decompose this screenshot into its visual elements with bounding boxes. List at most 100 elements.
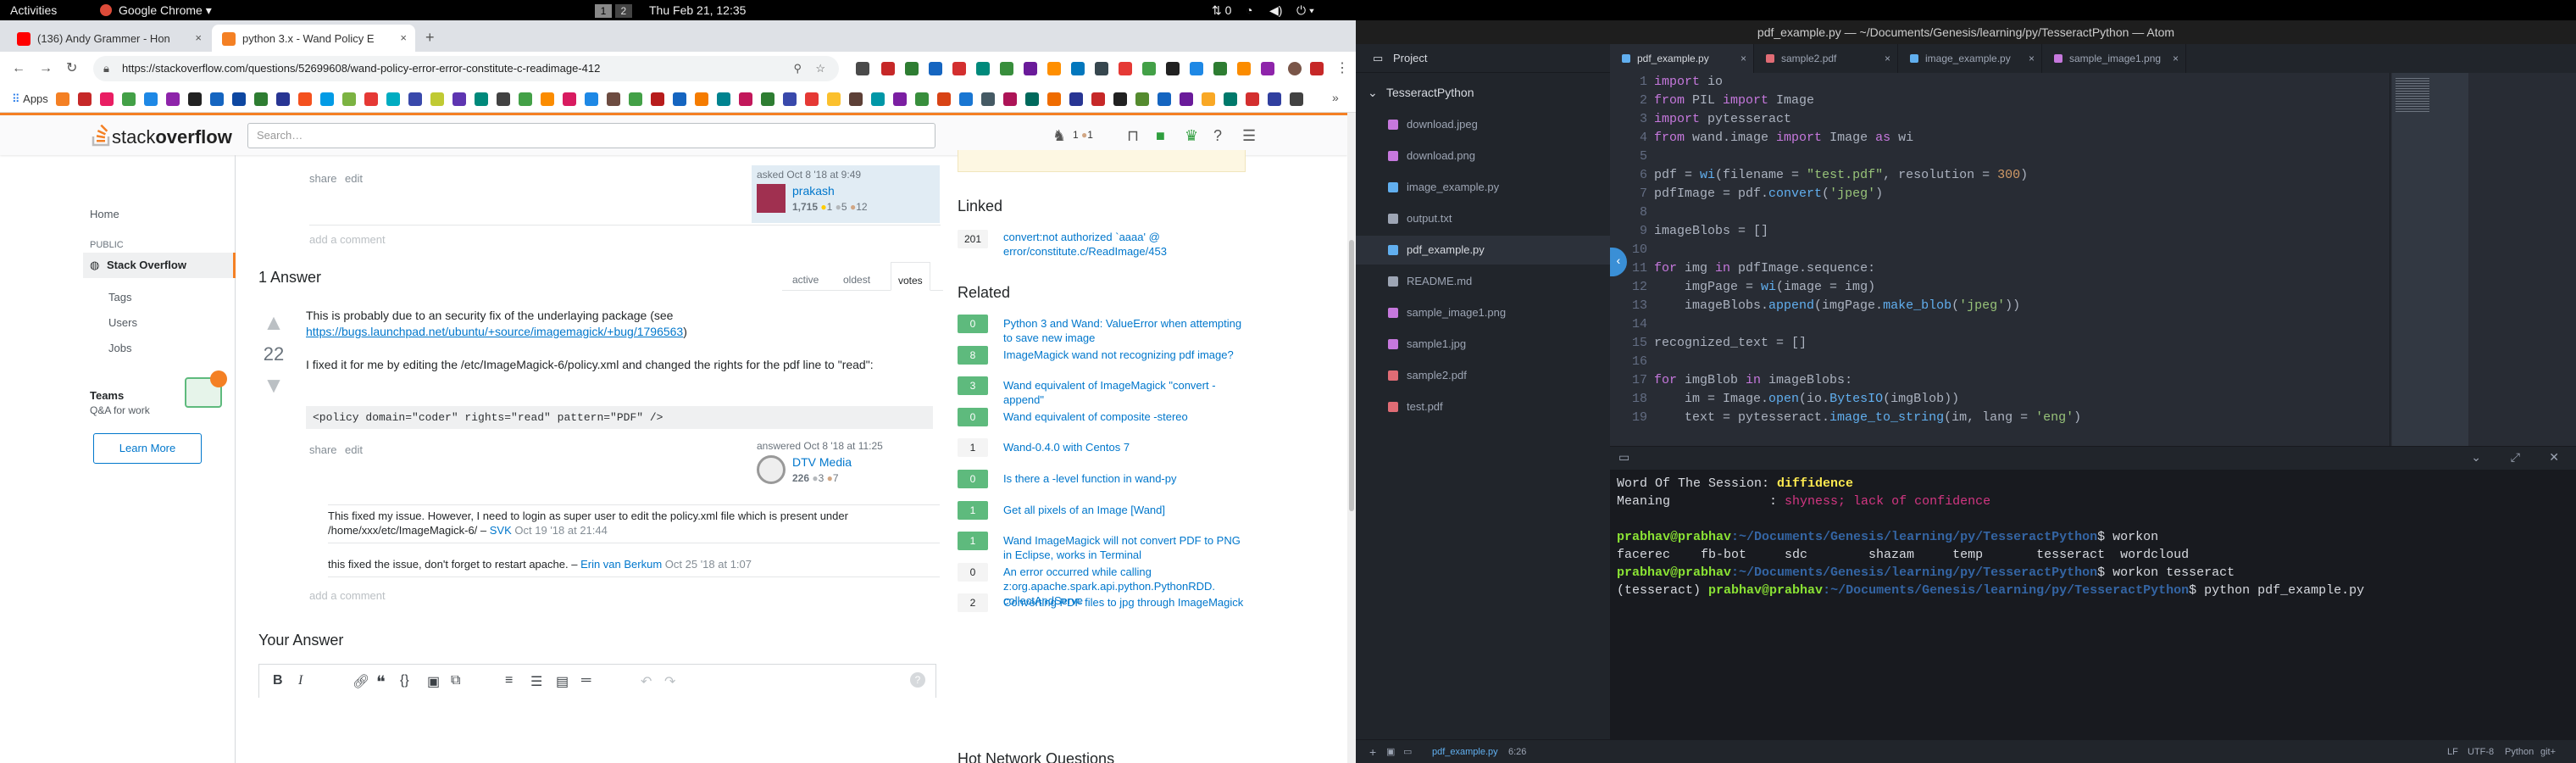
asker-name[interactable]: prakash	[792, 184, 835, 198]
code-line[interactable]: import io	[1654, 73, 2468, 92]
bookmark-icon[interactable]	[232, 92, 246, 106]
code-line[interactable]: imgPage = wi(image = img)	[1654, 278, 2468, 297]
terminal-output[interactable]: Word Of The Session: diffidence Meaning …	[1617, 475, 2566, 729]
bookmark-icon[interactable]	[1091, 92, 1105, 106]
related-question[interactable]: Converting PDF files to jpg through Imag…	[1003, 595, 1249, 610]
bookmark-icon[interactable]	[78, 92, 92, 106]
volume-icon[interactable]: ◀)	[1269, 0, 1282, 20]
site-switcher-icon[interactable]: ☰	[1242, 127, 1256, 145]
maximize-icon[interactable]: ⤢	[2511, 450, 2520, 465]
related-question[interactable]: Is there a -level function in wand-py	[1003, 471, 1249, 486]
bookmark-icon[interactable]	[915, 92, 929, 106]
status-file[interactable]: pdf_example.py	[1432, 740, 1498, 763]
inbox-icon[interactable]: ⊓	[1127, 127, 1139, 145]
tab-oldest[interactable]: oldest	[843, 274, 870, 286]
bookmark-icon[interactable]	[342, 92, 356, 106]
so-logo[interactable]: stackoverflow	[92, 124, 232, 148]
status-cursor-position[interactable]: 6:26	[1508, 740, 1526, 763]
status-grammar[interactable]: Python	[2505, 740, 2534, 763]
code-line[interactable]: from PIL import Image	[1654, 92, 2468, 110]
tab-sample2-pdf[interactable]: sample2.pdf ×	[1754, 44, 1898, 73]
tree-file[interactable]: sample_image1.png	[1356, 298, 1610, 327]
help-icon[interactable]: ?	[1213, 127, 1222, 145]
extension-icon[interactable]	[1071, 62, 1085, 75]
extension-icon[interactable]	[1310, 62, 1324, 75]
code-line[interactable]	[1654, 203, 2468, 222]
project-panel-header[interactable]: ▭ Project	[1356, 44, 1610, 73]
bookmark-icon[interactable]	[364, 92, 378, 106]
extension-icon[interactable]	[1190, 62, 1203, 75]
extension-icon[interactable]	[1000, 62, 1013, 75]
hr-icon[interactable]: ═	[581, 673, 591, 688]
bookmark-icon[interactable]	[629, 92, 642, 106]
bookmark-icon[interactable]	[56, 92, 69, 106]
bookmark-icon[interactable]	[1047, 92, 1061, 106]
bookmark-icon[interactable]	[717, 92, 730, 106]
bookmark-icon[interactable]	[651, 92, 664, 106]
bookmark-icon[interactable]	[1069, 92, 1083, 106]
tree-file[interactable]: README.md	[1356, 267, 1610, 296]
forward-icon[interactable]: →	[39, 60, 53, 77]
bookmark-icon[interactable]	[739, 92, 752, 106]
tab-youtube[interactable]: (136) Andy Grammer - Hon ×	[7, 25, 210, 52]
bookmark-icon[interactable]	[1290, 92, 1303, 106]
back-icon[interactable]: ←	[12, 60, 25, 77]
network-icon[interactable]: ⇅ 0	[1212, 0, 1231, 20]
chevron-down-icon[interactable]: ⌄	[2471, 450, 2481, 465]
workspace-1[interactable]: 1	[595, 4, 612, 18]
nav-jobs[interactable]: Jobs	[108, 342, 131, 354]
extension-icon[interactable]	[1166, 62, 1180, 75]
code-line[interactable]: import pytesseract	[1654, 110, 2468, 129]
bookmark-icon[interactable]	[849, 92, 863, 106]
bookmark-icon[interactable]	[827, 92, 841, 106]
code-line[interactable]: text = pytesseract.image_to_string(im, l…	[1654, 409, 2468, 427]
extension-icon[interactable]	[881, 62, 895, 75]
question-edit-link[interactable]: edit	[345, 172, 363, 185]
reputation[interactable]: 1 ●1	[1073, 129, 1093, 141]
code-line[interactable]: im = Image.open(io.BytesIO(imgBlob))	[1654, 390, 2468, 409]
code-line[interactable]: for img in pdfImage.sequence:	[1654, 259, 2468, 278]
project-root-folder[interactable]: ⌄ TesseractPython	[1356, 78, 1610, 107]
code-line[interactable]: from wand.image import Image as wi	[1654, 129, 2468, 148]
bookmark-icon[interactable]	[408, 92, 422, 106]
page-scrollbar[interactable]	[1347, 113, 1356, 763]
ordered-list-icon[interactable]: ≡	[505, 673, 513, 688]
code-line[interactable]	[1654, 353, 2468, 371]
related-question[interactable]: ImageMagick wand not recognizing pdf ima…	[1003, 348, 1249, 362]
blockquote-icon[interactable]: ❝	[376, 671, 386, 693]
bookmark-icon[interactable]	[519, 92, 532, 106]
tree-file[interactable]: image_example.py	[1356, 173, 1610, 202]
tree-file[interactable]: download.png	[1356, 142, 1610, 170]
extension-icon[interactable]	[1142, 62, 1156, 75]
answer-add-comment[interactable]: add a comment	[309, 589, 386, 602]
related-question[interactable]: Wand equivalent of ImageMagick "convert …	[1003, 378, 1249, 407]
tree-file[interactable]: download.jpeg	[1356, 110, 1610, 139]
bookmark-icon[interactable]	[871, 92, 885, 106]
bookmark-star-icon[interactable]: ☆	[815, 56, 825, 81]
extension-icon[interactable]	[929, 62, 942, 75]
nav-home[interactable]: Home	[90, 208, 119, 220]
address-bar[interactable]: 🔒︎ https://stackoverflow.com/questions/5…	[93, 56, 839, 81]
status-git[interactable]: git+	[2540, 740, 2556, 763]
bookmark-icon[interactable]	[783, 92, 797, 106]
status-encoding[interactable]: UTF-8	[2468, 740, 2494, 763]
extension-icon[interactable]	[1047, 62, 1061, 75]
reload-icon[interactable]: ↻	[66, 60, 77, 77]
close-icon[interactable]: ×	[2173, 44, 2179, 73]
bookmark-icon[interactable]	[430, 92, 444, 106]
bookmark-icon[interactable]	[122, 92, 136, 106]
comment-user[interactable]: Erin van Berkum	[580, 558, 662, 571]
answer-edit-link[interactable]: edit	[345, 443, 363, 456]
related-question[interactable]: Wand equivalent of composite -stereo	[1003, 409, 1249, 424]
redo-icon[interactable]: ↷	[664, 673, 675, 690]
bookmark-icon[interactable]	[1113, 92, 1127, 106]
code-line[interactable]: imageBlobs = []	[1654, 222, 2468, 241]
bookmark-icon[interactable]	[1246, 92, 1259, 106]
zoom-icon[interactable]: ⚲	[793, 56, 802, 81]
learn-more-button[interactable]: Learn More	[93, 433, 202, 464]
bookmark-icon[interactable]	[1025, 92, 1039, 106]
bookmark-icon[interactable]	[761, 92, 774, 106]
more-bookmarks-icon[interactable]: »	[1332, 91, 1339, 104]
bookmark-icon[interactable]	[386, 92, 400, 106]
extension-icon[interactable]	[1024, 62, 1037, 75]
